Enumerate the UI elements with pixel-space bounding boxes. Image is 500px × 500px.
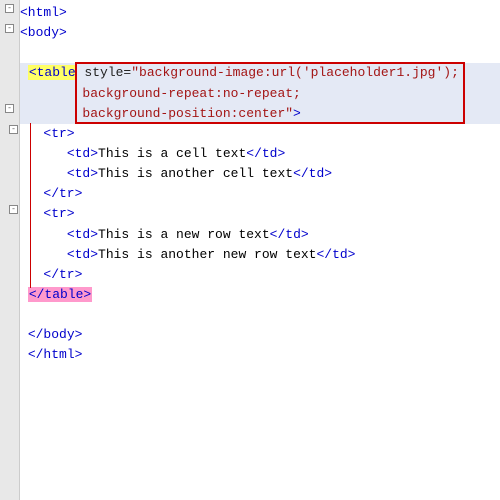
attr-style-val-3: background-position:center" <box>20 106 293 121</box>
tag-td-open: <td> <box>67 146 98 161</box>
tag-tr-open: <tr> <box>43 126 74 141</box>
code-line[interactable]: <html> <box>20 3 500 23</box>
code-line[interactable]: <body> <box>20 23 500 43</box>
tag-td-open: <td> <box>67 227 98 242</box>
code-line[interactable]: <td>This is a new row text</td> <box>20 225 500 245</box>
code-line[interactable]: <td>This is a cell text</td> <box>20 144 500 164</box>
fold-toggle-tr2[interactable]: - <box>9 205 18 214</box>
tag-td-close: </td> <box>270 227 309 242</box>
code-line[interactable]: </body> <box>20 325 500 345</box>
code-line-blank[interactable] <box>20 305 500 325</box>
tag-td-open: <td> <box>67 166 98 181</box>
code-line-table-close[interactable]: </table> <box>20 285 500 305</box>
attr-style-val-1: "background-image:url('placeholder1.jpg'… <box>131 65 459 80</box>
code-line-blank[interactable] <box>20 43 500 63</box>
fold-toggle-table[interactable]: - <box>5 104 14 113</box>
tag-tr-close: </tr> <box>43 267 82 282</box>
cell-text: This is another cell text <box>98 166 293 181</box>
fold-toggle-html[interactable]: - <box>5 4 14 13</box>
tag-body-close: </body> <box>28 327 83 342</box>
code-line[interactable]: </tr> <box>20 184 500 204</box>
code-line[interactable]: <td>This is another cell text</td> <box>20 164 500 184</box>
fold-toggle-body[interactable]: - <box>5 24 14 33</box>
code-line[interactable]: <tr> <box>20 124 500 144</box>
cell-text: This is another new row text <box>98 247 316 262</box>
code-editor[interactable]: <html> <body> <table style="background-i… <box>20 3 500 366</box>
cell-text: This is a cell text <box>98 146 246 161</box>
tag-table-close: </table> <box>29 287 91 302</box>
tag-td-open: <td> <box>67 247 98 262</box>
attr-style-key: style= <box>77 65 132 80</box>
tag-close-bracket: > <box>293 106 301 121</box>
code-line-table-open[interactable]: <table style="background-image:url('plac… <box>20 63 500 83</box>
cell-text: This is a new row text <box>98 227 270 242</box>
tag-table-open: <table <box>29 65 76 80</box>
tag-td-close: </td> <box>246 146 285 161</box>
fold-toggle-tr1[interactable]: - <box>9 125 18 134</box>
tag-td-close: </td> <box>293 166 332 181</box>
fold-guide-line <box>30 123 31 288</box>
tag-html-close: </html> <box>28 347 83 362</box>
tag-tr-close: </tr> <box>43 186 82 201</box>
code-line[interactable]: <tr> <box>20 204 500 224</box>
tag-tr-open: <tr> <box>43 206 74 221</box>
gutter: - - - - - <box>0 0 20 500</box>
code-line[interactable]: </tr> <box>20 265 500 285</box>
tag-body-open: <body> <box>20 25 67 40</box>
tag-td-close: </td> <box>316 247 355 262</box>
code-line[interactable]: <td>This is another new row text</td> <box>20 245 500 265</box>
code-line-style-3[interactable]: background-position:center"> <box>20 104 500 124</box>
code-line[interactable]: </html> <box>20 345 500 365</box>
attr-style-val-2: background-repeat:no-repeat; <box>20 86 301 101</box>
tag-html-open: <html> <box>20 5 67 20</box>
code-line-style-2[interactable]: background-repeat:no-repeat; <box>20 84 500 104</box>
